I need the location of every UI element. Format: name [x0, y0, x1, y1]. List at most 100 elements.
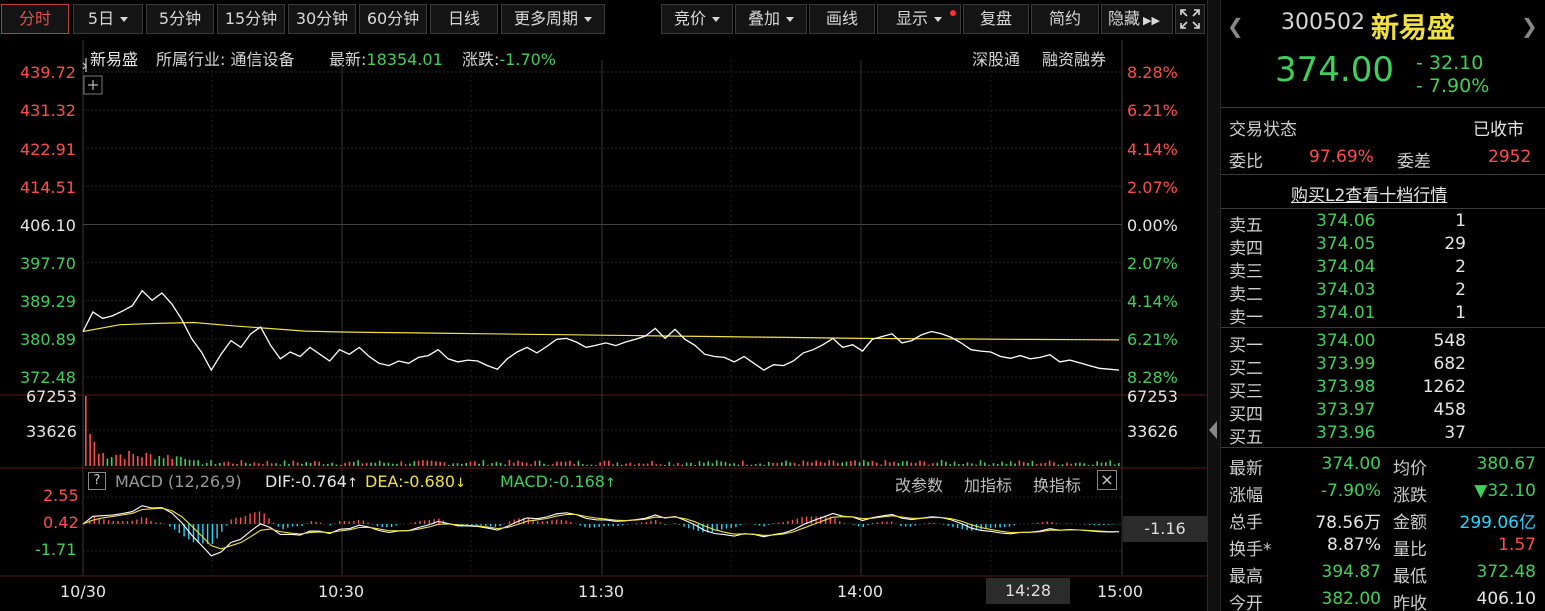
- volume-bar: [257, 463, 260, 466]
- volume-bar: [711, 463, 714, 466]
- stat-label: 金额: [1393, 513, 1427, 533]
- volume-bar: [897, 463, 900, 466]
- volume-axis-top-right: 67253: [1127, 387, 1178, 406]
- volume-bar: [1109, 460, 1111, 466]
- ask-level-label: 卖一: [1229, 308, 1263, 328]
- volume-bar: [703, 462, 705, 466]
- macd-axis-high: 2.55: [43, 486, 79, 505]
- volume-bar: [1040, 463, 1042, 466]
- percent-axis-tick: 8.28%: [1127, 368, 1178, 387]
- volume-bar: [992, 463, 995, 466]
- l2-upgrade-link[interactable]: 购买L2查看十档行情: [1291, 181, 1447, 206]
- bid-level-label: 买三: [1229, 382, 1263, 402]
- prev-stock-icon[interactable]: ❮: [1227, 14, 1244, 38]
- volume-bar: [664, 465, 666, 466]
- volume-bar: [668, 461, 671, 466]
- volume-bar: [508, 460, 511, 466]
- volume-bar: [275, 463, 277, 466]
- volume-bar: [560, 461, 562, 466]
- stat-value: -7.90%: [1320, 481, 1381, 501]
- stat-label: 均价: [1393, 459, 1427, 479]
- stat-value: 78.56万: [1315, 513, 1381, 533]
- volume-bar: [841, 462, 843, 466]
- volume-bar: [556, 461, 558, 466]
- volume-bar: [128, 450, 130, 466]
- ask-price: 374.06: [1316, 211, 1376, 231]
- volume-bar: [417, 460, 420, 466]
- volume-bar: [707, 461, 709, 466]
- volume-bar: [595, 464, 597, 466]
- volume-bar: [681, 464, 684, 466]
- macd-title[interactable]: MACD (12,26,9): [115, 472, 242, 491]
- volume-bar: [365, 462, 368, 466]
- volume-bar: [863, 460, 865, 466]
- volume-bar: [1113, 464, 1116, 466]
- divider: [1221, 174, 1545, 175]
- bid-level-label: 买五: [1229, 428, 1263, 448]
- volume-bar: [1074, 463, 1077, 466]
- ask-volume: 1: [1455, 211, 1466, 231]
- volume-bar: [880, 464, 882, 466]
- price-axis-tick: 380.89: [20, 330, 76, 349]
- price-axis-tick: 372.48: [20, 368, 76, 387]
- volume-bar: [1031, 460, 1034, 466]
- edit-params-button[interactable]: 改参数: [895, 472, 943, 496]
- weicha-value: 2952: [1488, 147, 1532, 167]
- volume-bar: [175, 456, 178, 466]
- dif-text: DIF:-0.764: [265, 472, 347, 491]
- volume-bar: [374, 462, 377, 466]
- divider: [1221, 447, 1545, 448]
- price-axis-tick: 431.32: [20, 101, 76, 120]
- volume-bar: [249, 463, 251, 466]
- stat-label: 量比: [1393, 540, 1427, 560]
- intraday-chart[interactable]: [0, 0, 1210, 611]
- close-icon[interactable]: ×: [1097, 470, 1117, 490]
- volume-bar: [1001, 461, 1003, 466]
- add-indicator-button[interactable]: 加指标: [964, 472, 1012, 496]
- time-label-1500: 15:00: [1097, 582, 1144, 601]
- stat-label: 最低: [1393, 567, 1427, 587]
- switch-indicator-button[interactable]: 换指标: [1033, 472, 1081, 496]
- volume-bar: [737, 464, 740, 466]
- volume-bar: [292, 460, 295, 466]
- volume-bar: [625, 463, 627, 466]
- volume-bar: [690, 462, 692, 466]
- volume-bar: [582, 464, 584, 466]
- collapse-panel-icon[interactable]: [1209, 421, 1217, 439]
- volume-bar: [629, 462, 632, 466]
- help-icon[interactable]: ?: [88, 472, 106, 490]
- volume-bar: [538, 460, 541, 466]
- volume-bar: [383, 462, 385, 466]
- price-change: - 32.10: [1416, 52, 1484, 74]
- volume-bar: [413, 461, 416, 466]
- volume-bar: [517, 460, 519, 466]
- volume-bar: [206, 462, 208, 466]
- quote-panel: ❮ ❯ 300502 新易盛 374.00 - 32.10 - 7.90% 交易…: [1220, 0, 1545, 611]
- time-label-date: 10/30: [60, 582, 107, 601]
- macd-value: MACD:-0.168↑: [500, 472, 616, 491]
- volume-bar: [262, 464, 264, 466]
- volume-bar: [214, 464, 217, 466]
- volume-bar: [162, 458, 165, 466]
- volume-bar: [283, 460, 286, 466]
- volume-bar: [158, 456, 161, 466]
- volume-bar: [89, 434, 91, 466]
- ask-price: 374.05: [1316, 234, 1376, 254]
- volume-bar: [759, 463, 761, 466]
- volume-bar: [551, 464, 554, 466]
- price-change-pct: - 7.90%: [1416, 75, 1490, 97]
- volume-bar: [850, 461, 852, 466]
- volume-bar: [651, 461, 653, 466]
- volume-bar: [1014, 463, 1016, 466]
- stat-value: 374.00: [1321, 454, 1381, 474]
- bid-volume: 548: [1433, 331, 1466, 351]
- volume-bar: [136, 456, 139, 466]
- next-stock-icon[interactable]: ❯: [1521, 14, 1538, 38]
- volume-bar: [729, 463, 731, 466]
- volume-bar: [219, 462, 221, 466]
- volume-bar: [309, 463, 312, 466]
- panel-splitter[interactable]: [1207, 0, 1220, 611]
- volume-bar: [426, 460, 429, 466]
- volume-bar: [448, 464, 450, 466]
- volume-bar: [1053, 462, 1055, 466]
